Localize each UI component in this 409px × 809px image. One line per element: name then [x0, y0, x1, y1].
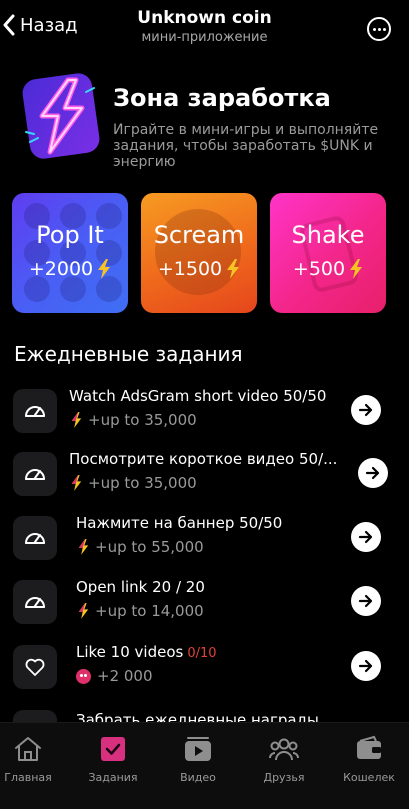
task-go-button[interactable] [358, 458, 388, 488]
game-reward-value: +1500 [157, 258, 223, 280]
game-name: Shake [291, 221, 365, 249]
home-icon [15, 737, 41, 761]
pop-it-pattern [18, 197, 128, 309]
more-dot-icon [382, 27, 386, 31]
more-dot-icon [377, 27, 381, 31]
lightning-icon [71, 475, 82, 491]
task-name: Посмотрите короткое видео 50/... [69, 450, 338, 468]
task-reward: +up to 14,000 [78, 602, 204, 620]
task-reward-value: +up to 35,000 [88, 411, 197, 429]
game-reward: +1500 [141, 258, 257, 280]
nav-label: Задания [88, 771, 138, 784]
more-dot-icon [372, 27, 376, 31]
hero-description: Играйте в мини-игры и выполняйте задания… [113, 122, 379, 170]
task-icon-box [13, 389, 57, 433]
lightning-icon [78, 539, 89, 555]
nav-label: Друзья [263, 771, 305, 784]
nav-label: Главная [4, 771, 52, 784]
task-reward-value: +up to 55,000 [95, 538, 204, 556]
hero-title: Зона заработка [113, 84, 331, 112]
game-reward: +500 [270, 258, 386, 280]
task-icon-box [13, 580, 57, 624]
speedometer-icon [25, 533, 45, 544]
task-row[interactable]: Посмотрите короткое видео 50/... +up to … [0, 446, 409, 502]
task-go-button[interactable] [351, 651, 381, 681]
nav-label: Кошелек [343, 771, 395, 784]
task-reward-value: +2 000 [97, 667, 153, 685]
task-go-button[interactable] [351, 395, 381, 425]
app-title: Unknown coin [137, 8, 272, 28]
game-name: Scream [153, 221, 245, 249]
task-row[interactable]: Watch AdsGram short video 50/50 +up to 3… [0, 383, 409, 439]
arrow-right-icon [358, 403, 373, 417]
nav-item-wallet[interactable]: Кошелек [329, 735, 409, 784]
nav-label: Видео [180, 771, 216, 784]
game-name: Pop It [36, 221, 104, 249]
game-card-shake[interactable]: Shake +500 [270, 193, 386, 313]
arrow-right-icon [358, 659, 373, 673]
lightning-icon [71, 412, 82, 428]
heart-icon [25, 658, 45, 676]
task-reward-value: +up to 35,000 [88, 474, 197, 492]
task-icon-box [13, 645, 57, 689]
lightning-icon [350, 259, 363, 279]
bottom-nav: Главная Задания Видео Друзья Кошелек [0, 722, 409, 809]
video-icon [185, 737, 211, 761]
game-reward-value: +2000 [28, 258, 94, 280]
daily-tasks-title: Ежедневные задания [14, 342, 243, 366]
game-card-scream[interactable]: Scream +1500 [141, 193, 257, 313]
lightning-icon [78, 603, 89, 619]
app-subtitle: мини-приложение [141, 30, 268, 45]
task-name: Open link 20 / 20 [76, 578, 205, 596]
nav-item-home[interactable]: Главная [0, 735, 68, 784]
task-reward-value: +up to 14,000 [95, 602, 204, 620]
nav-item-friends[interactable]: Друзья [244, 735, 324, 784]
lightning-icon [98, 259, 111, 279]
task-reward: +up to 35,000 [71, 474, 197, 492]
arrow-right-icon [358, 530, 373, 544]
speedometer-icon [25, 406, 45, 417]
lightning-icon [227, 259, 240, 279]
friends-icon [269, 738, 299, 761]
nav-item-video[interactable]: Видео [158, 735, 238, 784]
speedometer-icon [25, 597, 45, 608]
task-row[interactable]: Like 10 videos 0/10 +2 000 [0, 639, 409, 695]
task-go-button[interactable] [351, 586, 381, 616]
more-options-button[interactable] [367, 17, 391, 41]
task-icon-box [13, 452, 57, 496]
title-block: Unknown coin мини-приложение [0, 8, 409, 45]
neon-lightning-icon [22, 73, 100, 159]
task-row[interactable]: Нажмите на баннер 50/50 +up to 55,000 [0, 510, 409, 566]
tasks-icon [101, 737, 125, 761]
header: Назад Unknown coin мини-приложение [0, 0, 409, 58]
task-icon-box [13, 516, 57, 560]
task-row[interactable]: Open link 20 / 20 +up to 14,000 [0, 574, 409, 630]
task-progress: 0/10 [187, 646, 217, 661]
pet-coin-icon [76, 668, 91, 684]
game-reward: +2000 [12, 258, 128, 280]
task-name: Like 10 videos 0/10 [76, 643, 217, 661]
task-name-text: Like 10 videos [76, 643, 184, 661]
task-name: Watch AdsGram short video 50/50 [69, 387, 327, 405]
arrow-right-icon [365, 466, 380, 480]
game-reward-value: +500 [292, 258, 346, 280]
speedometer-icon [25, 469, 45, 480]
task-reward: +2 000 [76, 667, 153, 685]
task-name: Нажмите на баннер 50/50 [76, 514, 283, 532]
arrow-right-icon [358, 594, 373, 608]
task-reward: +up to 35,000 [71, 411, 197, 429]
nav-item-tasks[interactable]: Задания [73, 735, 153, 784]
task-go-button[interactable] [351, 522, 381, 552]
game-card-pop-it[interactable]: Pop It +2000 [12, 193, 128, 313]
wallet-icon [357, 735, 381, 759]
task-reward: +up to 55,000 [78, 538, 204, 556]
